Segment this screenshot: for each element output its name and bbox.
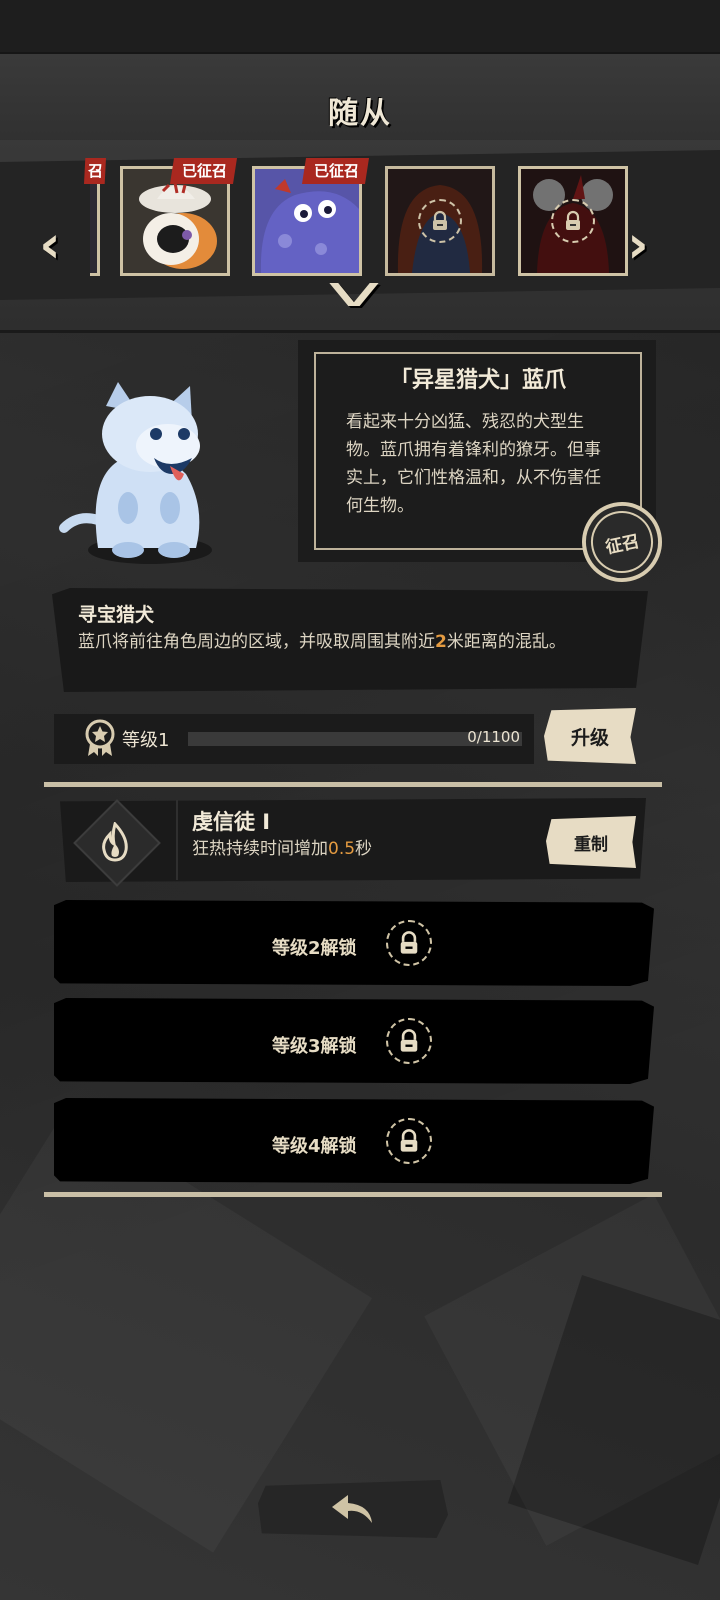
lock-icon	[418, 199, 462, 243]
companion-description[interactable]: 看起来十分凶猛、残忍的犬型生物。蓝爪拥有着锋利的獠牙。但事实上，它们性格温和，从…	[346, 408, 608, 514]
trait-name: 虔信徒 I	[192, 810, 271, 834]
trait-desc-text: 狂热持续时间增加	[192, 839, 328, 859]
lock-icon	[386, 1118, 432, 1164]
blue-creature-avatar	[260, 179, 359, 273]
companion-title: 「异星猎犬」蓝爪	[389, 368, 566, 393]
lock-icon	[386, 1018, 432, 1064]
back-button[interactable]	[258, 1480, 448, 1538]
companion-portrait	[59, 382, 212, 564]
back-arrow-icon	[332, 1495, 372, 1523]
divider	[44, 782, 662, 787]
trait-separator	[176, 800, 178, 880]
divider	[44, 1192, 662, 1197]
cat-avatar	[139, 182, 217, 269]
reset-button[interactable]: 重制	[546, 816, 636, 868]
page-title: 随从	[328, 96, 392, 131]
lock-overlay	[521, 169, 625, 273]
chevron-down-icon[interactable]: v	[266, 271, 442, 313]
lock-icon	[551, 199, 595, 243]
skill-desc-text: 蓝爪将前往角色周边的区域，并吸取周围其附近	[78, 632, 435, 652]
recruited-badge: 已征召	[170, 158, 238, 184]
upgrade-button[interactable]: 升级	[544, 708, 636, 764]
trait-desc-text: 秒	[355, 839, 373, 859]
skill-description: 蓝爪将前往角色周边的区域，并吸取周围其附近2米距离的混乱。	[78, 628, 618, 656]
locked-trait-label: 等级2解锁	[272, 938, 357, 959]
companion-slot-locked[interactable]	[385, 166, 495, 276]
companion-slot-locked[interactable]	[518, 166, 628, 276]
skill-name: 寻宝猎犬	[78, 604, 155, 626]
medal-icon	[85, 719, 115, 756]
recruited-badge: 召	[84, 158, 106, 184]
trait-description: 狂热持续时间增加0.5秒	[192, 834, 372, 859]
locked-trait-label: 等级4解锁	[272, 1136, 357, 1157]
stamp-label: 征召	[585, 505, 659, 579]
skill-desc-text: 米距离的混乱。	[446, 632, 566, 652]
recruited-badge: 已征召	[302, 158, 370, 184]
flame-icon	[102, 822, 128, 862]
trait-desc-value: 0.5	[328, 839, 356, 859]
locked-trait-label: 等级3解锁	[272, 1036, 357, 1057]
xp-text: 0/1100	[467, 728, 520, 746]
lock-icon	[386, 920, 432, 966]
skill-desc-value: 2	[435, 632, 447, 652]
lock-overlay	[388, 169, 492, 273]
level-label: 等级1	[122, 730, 170, 751]
chevron-left-icon[interactable]: ‹	[30, 215, 70, 275]
top-status-bar	[0, 0, 720, 52]
